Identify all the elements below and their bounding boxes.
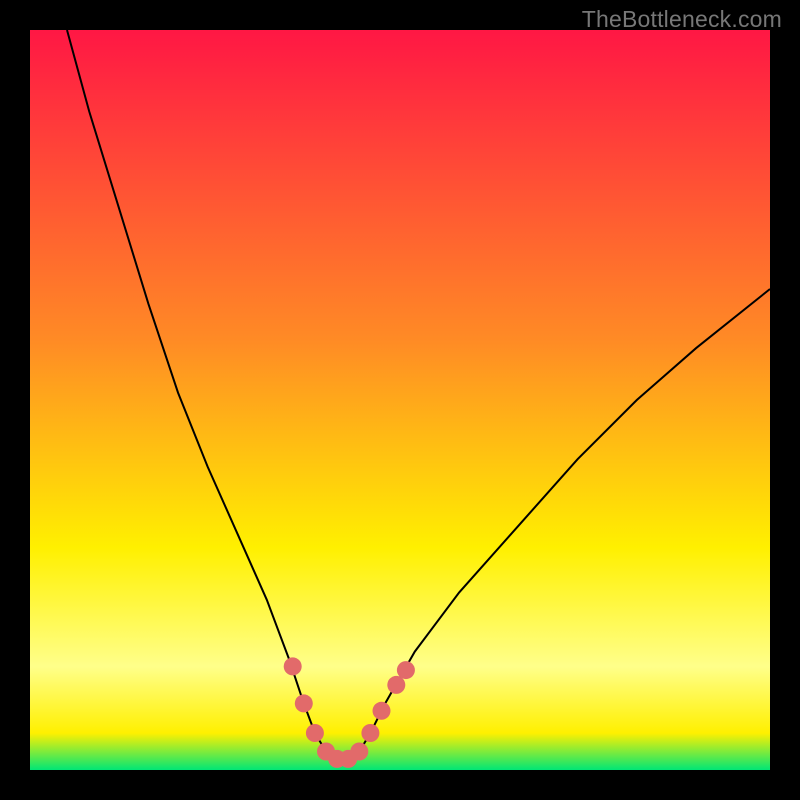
highlight-dot bbox=[373, 702, 391, 720]
highlight-dot bbox=[284, 657, 302, 675]
highlight-dot bbox=[350, 743, 368, 761]
chart-plot bbox=[30, 30, 770, 770]
highlight-dot bbox=[306, 724, 324, 742]
highlight-dot bbox=[387, 676, 405, 694]
gradient-background bbox=[30, 30, 770, 770]
watermark-text: TheBottleneck.com bbox=[582, 6, 782, 33]
highlight-dot bbox=[397, 661, 415, 679]
outer-frame: TheBottleneck.com bbox=[0, 0, 800, 800]
chart-svg bbox=[30, 30, 770, 770]
highlight-dot bbox=[361, 724, 379, 742]
highlight-dot bbox=[295, 694, 313, 712]
